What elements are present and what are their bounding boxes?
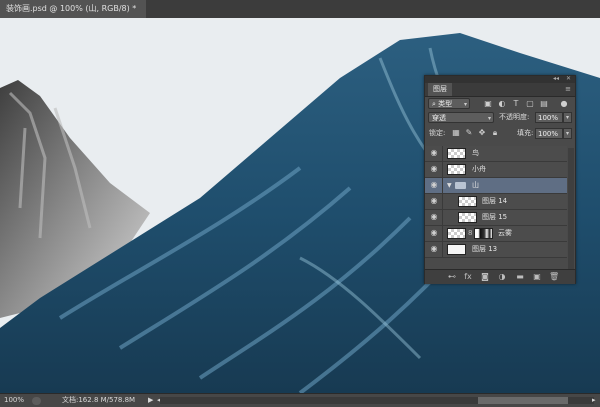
layer-row-15[interactable]: ◉ 图层 15	[425, 210, 567, 226]
fill-label: 填充:	[517, 129, 534, 137]
scroll-right-icon[interactable]: ▸	[592, 394, 596, 407]
chain-link-icon[interactable]: 8	[468, 226, 472, 241]
panel-header: 图层 ≡	[425, 83, 575, 97]
smart-object-filter-icon[interactable]: ▤	[539, 99, 549, 109]
trash-icon[interactable]: 🗑︎	[549, 272, 559, 282]
status-options-icon[interactable]	[32, 397, 41, 405]
opacity-dropdown[interactable]: ▾	[563, 112, 572, 123]
visibility-eye-icon[interactable]: ◉	[429, 180, 439, 190]
lock-label: 锁定:	[429, 129, 446, 137]
blend-mode-select[interactable]: 穿透 ▾	[428, 112, 494, 123]
layer-mask-thumbnail[interactable]	[474, 228, 493, 239]
folder-icon	[455, 182, 466, 189]
opacity-field[interactable]: 100%	[535, 112, 563, 123]
pixel-filter-icon[interactable]: ▣	[483, 99, 493, 109]
collapse-icon[interactable]: ◂◂	[553, 75, 559, 82]
document-tab[interactable]: 装饰画.psd @ 100% (山, RGB/8) *	[0, 0, 147, 18]
layer-thumbnail	[447, 148, 466, 159]
panel-title-strip: ◂◂ ✕	[425, 75, 575, 83]
layer-row-13[interactable]: ◉ 图层 13	[425, 242, 567, 258]
lock-pixels-icon[interactable]: ✎	[464, 128, 474, 138]
document-tab-bar: 装饰画.psd @ 100% (山, RGB/8) *	[0, 0, 600, 19]
expand-triangle-icon[interactable]: ▼	[447, 178, 452, 193]
filter-select[interactable]: ⌕ 类型 ▾	[428, 98, 470, 109]
lock-position-icon[interactable]: ✥	[477, 128, 487, 138]
chevron-down-icon: ▾	[463, 101, 467, 108]
layer-thumbnail	[447, 244, 466, 255]
status-bar: 100% 文档:162.8 M/578.8M ▶ ◂ ▸	[0, 393, 600, 407]
layer-row-14[interactable]: ◉ 图层 14	[425, 194, 567, 210]
blend-row: 穿透 ▾ 不透明度: 100% ▾	[425, 111, 575, 125]
lock-all-icon[interactable]: 🔒︎	[490, 128, 500, 138]
layer-name: 图层 13	[472, 245, 498, 253]
scrollbar-thumb[interactable]	[478, 397, 568, 404]
add-mask-icon[interactable]: ◙	[480, 272, 490, 282]
shape-filter-icon[interactable]: ▢	[525, 99, 535, 109]
adjustment-filter-icon[interactable]: ◐	[497, 99, 507, 109]
visibility-eye-icon[interactable]: ◉	[429, 196, 439, 206]
layer-name: 鸟	[472, 149, 479, 157]
visibility-eye-icon[interactable]: ◉	[429, 148, 439, 158]
layer-name: 图层 15	[482, 213, 508, 221]
search-icon: ⌕	[432, 100, 436, 108]
fill-field[interactable]: 100%	[535, 128, 563, 139]
layer-group-mountain[interactable]: ◉ ▼ 山	[425, 178, 567, 194]
lock-row: 锁定: ▦ ✎ ✥ 🔒︎ 填充: 100% ▾	[425, 126, 575, 142]
zoom-level[interactable]: 100%	[4, 394, 24, 407]
blend-mode-value: 穿透	[432, 114, 446, 122]
document-info: 文档:162.8 M/578.8M	[62, 396, 136, 404]
layer-thumbnail	[458, 196, 477, 207]
fill-dropdown[interactable]: ▾	[563, 128, 572, 139]
link-layers-icon[interactable]: ⊷	[447, 272, 457, 282]
layer-row-clouds[interactable]: ◉ 8 云雾	[425, 226, 567, 242]
layer-name: 图层 14	[482, 197, 508, 205]
layer-row-boat[interactable]: ◉ 小舟	[425, 162, 567, 178]
layer-thumbnail	[447, 164, 466, 175]
close-icon[interactable]: ✕	[566, 75, 571, 82]
new-group-icon[interactable]: ▬	[515, 272, 525, 282]
type-filter-icon[interactable]: T	[511, 99, 521, 109]
panel-menu-icon[interactable]: ≡	[565, 85, 571, 93]
panel-footer: ⊷ fx ◙ ◑ ▬ ▣ 🗑︎	[425, 269, 575, 284]
layer-name: 云雾	[498, 229, 512, 237]
layer-name: 小舟	[472, 165, 486, 173]
layer-row-bird[interactable]: ◉ 鸟	[425, 146, 567, 162]
layers-tab[interactable]: 图层	[428, 83, 452, 96]
filter-toggle-icon[interactable]: ●	[559, 99, 569, 109]
filter-row: ⌕ 类型 ▾ ▣ ◐ T ▢ ▤ ●	[425, 97, 575, 110]
fx-icon[interactable]: fx	[463, 272, 473, 282]
visibility-eye-icon[interactable]: ◉	[429, 244, 439, 254]
filter-label: 类型	[438, 100, 453, 108]
new-layer-icon[interactable]: ▣	[532, 272, 542, 282]
layer-thumbnail	[458, 212, 477, 223]
visibility-eye-icon[interactable]: ◉	[429, 228, 439, 238]
adjustment-layer-icon[interactable]: ◑	[497, 272, 507, 282]
layer-thumbnail	[447, 228, 466, 239]
visibility-eye-icon[interactable]: ◉	[429, 212, 439, 222]
chevron-down-icon: ▾	[487, 115, 491, 122]
layers-panel: ◂◂ ✕ 图层 ≡ ⌕ 类型 ▾ ▣ ◐ T ▢ ▤ ● 穿透 ▾ 不透明度: …	[424, 75, 576, 284]
layers-scrollbar[interactable]	[568, 148, 574, 269]
layer-name: 山	[472, 181, 479, 189]
visibility-eye-icon[interactable]: ◉	[429, 164, 439, 174]
lock-transparent-icon[interactable]: ▦	[451, 128, 461, 138]
opacity-label: 不透明度:	[499, 113, 530, 121]
status-menu-arrow-icon[interactable]: ▶	[148, 394, 153, 407]
